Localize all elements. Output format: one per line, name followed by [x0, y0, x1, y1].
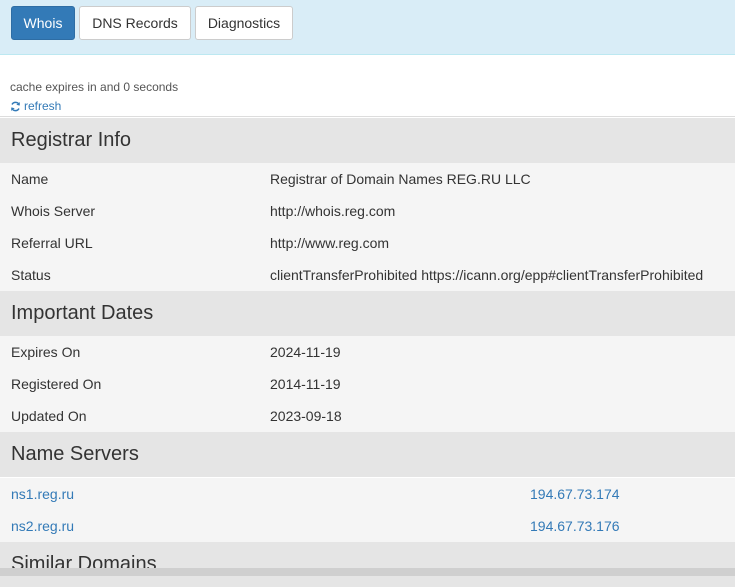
field-value: 2023-09-18	[270, 408, 342, 424]
similar-domains-heading: Similar Domains	[0, 542, 735, 587]
field-label: Referral URL	[11, 235, 93, 251]
field-label: Whois Server	[11, 203, 96, 219]
table-row: Expires On 2024-11-19	[0, 336, 735, 368]
registrar-info-heading: Registrar Info	[0, 118, 735, 163]
refresh-link[interactable]: refresh	[10, 99, 61, 113]
field-value: 2024-11-19	[270, 344, 341, 360]
refresh-icon	[10, 101, 21, 112]
field-value: Registrar of Domain Names REG.RU LLC	[270, 171, 531, 187]
field-label: Status	[11, 267, 51, 283]
field-label: Updated On	[11, 408, 87, 424]
table-row: Name Registrar of Domain Names REG.RU LL…	[0, 163, 735, 195]
table-row: Updated On 2023-09-18	[0, 400, 735, 432]
tab-dns-records[interactable]: DNS Records	[79, 6, 191, 40]
tab-whois[interactable]: Whois	[11, 6, 75, 40]
refresh-label: refresh	[24, 99, 62, 113]
name-servers-heading: Name Servers	[0, 432, 735, 477]
nameserver-link[interactable]: ns1.reg.ru	[11, 478, 74, 510]
divider	[0, 116, 735, 117]
bottom-scroll-edge	[0, 568, 735, 576]
table-row: Referral URL http://www.reg.com	[0, 227, 735, 259]
table-row: ns1.reg.ru 194.67.73.174	[0, 478, 735, 510]
table-row: Whois Server http://whois.reg.com	[0, 195, 735, 227]
table-row: ns2.reg.ru 194.67.73.176	[0, 510, 735, 542]
field-value: http://whois.reg.com	[270, 203, 396, 219]
nameserver-link[interactable]: ns2.reg.ru	[11, 510, 74, 542]
field-label: Expires On	[11, 344, 81, 360]
field-value: clientTransferProhibited https://icann.o…	[270, 267, 704, 283]
tab-diagnostics[interactable]: Diagnostics	[195, 6, 293, 40]
important-dates-heading: Important Dates	[0, 291, 735, 336]
cache-status: cache expires in and 0 seconds	[10, 80, 179, 94]
table-row: Registered On 2014-11-19	[0, 368, 735, 400]
field-label: Name	[11, 171, 49, 187]
nameserver-ip-link[interactable]: 194.67.73.176	[530, 510, 620, 542]
field-value: 2014-11-19	[270, 376, 341, 392]
table-row: Status clientTransferProhibited https://…	[0, 259, 735, 291]
nameserver-ip-link[interactable]: 194.67.73.174	[530, 478, 620, 510]
field-label: Registered On	[11, 376, 102, 392]
tab-bar: Whois DNS Records Diagnostics	[0, 0, 735, 55]
field-value: http://www.reg.com	[270, 235, 390, 251]
